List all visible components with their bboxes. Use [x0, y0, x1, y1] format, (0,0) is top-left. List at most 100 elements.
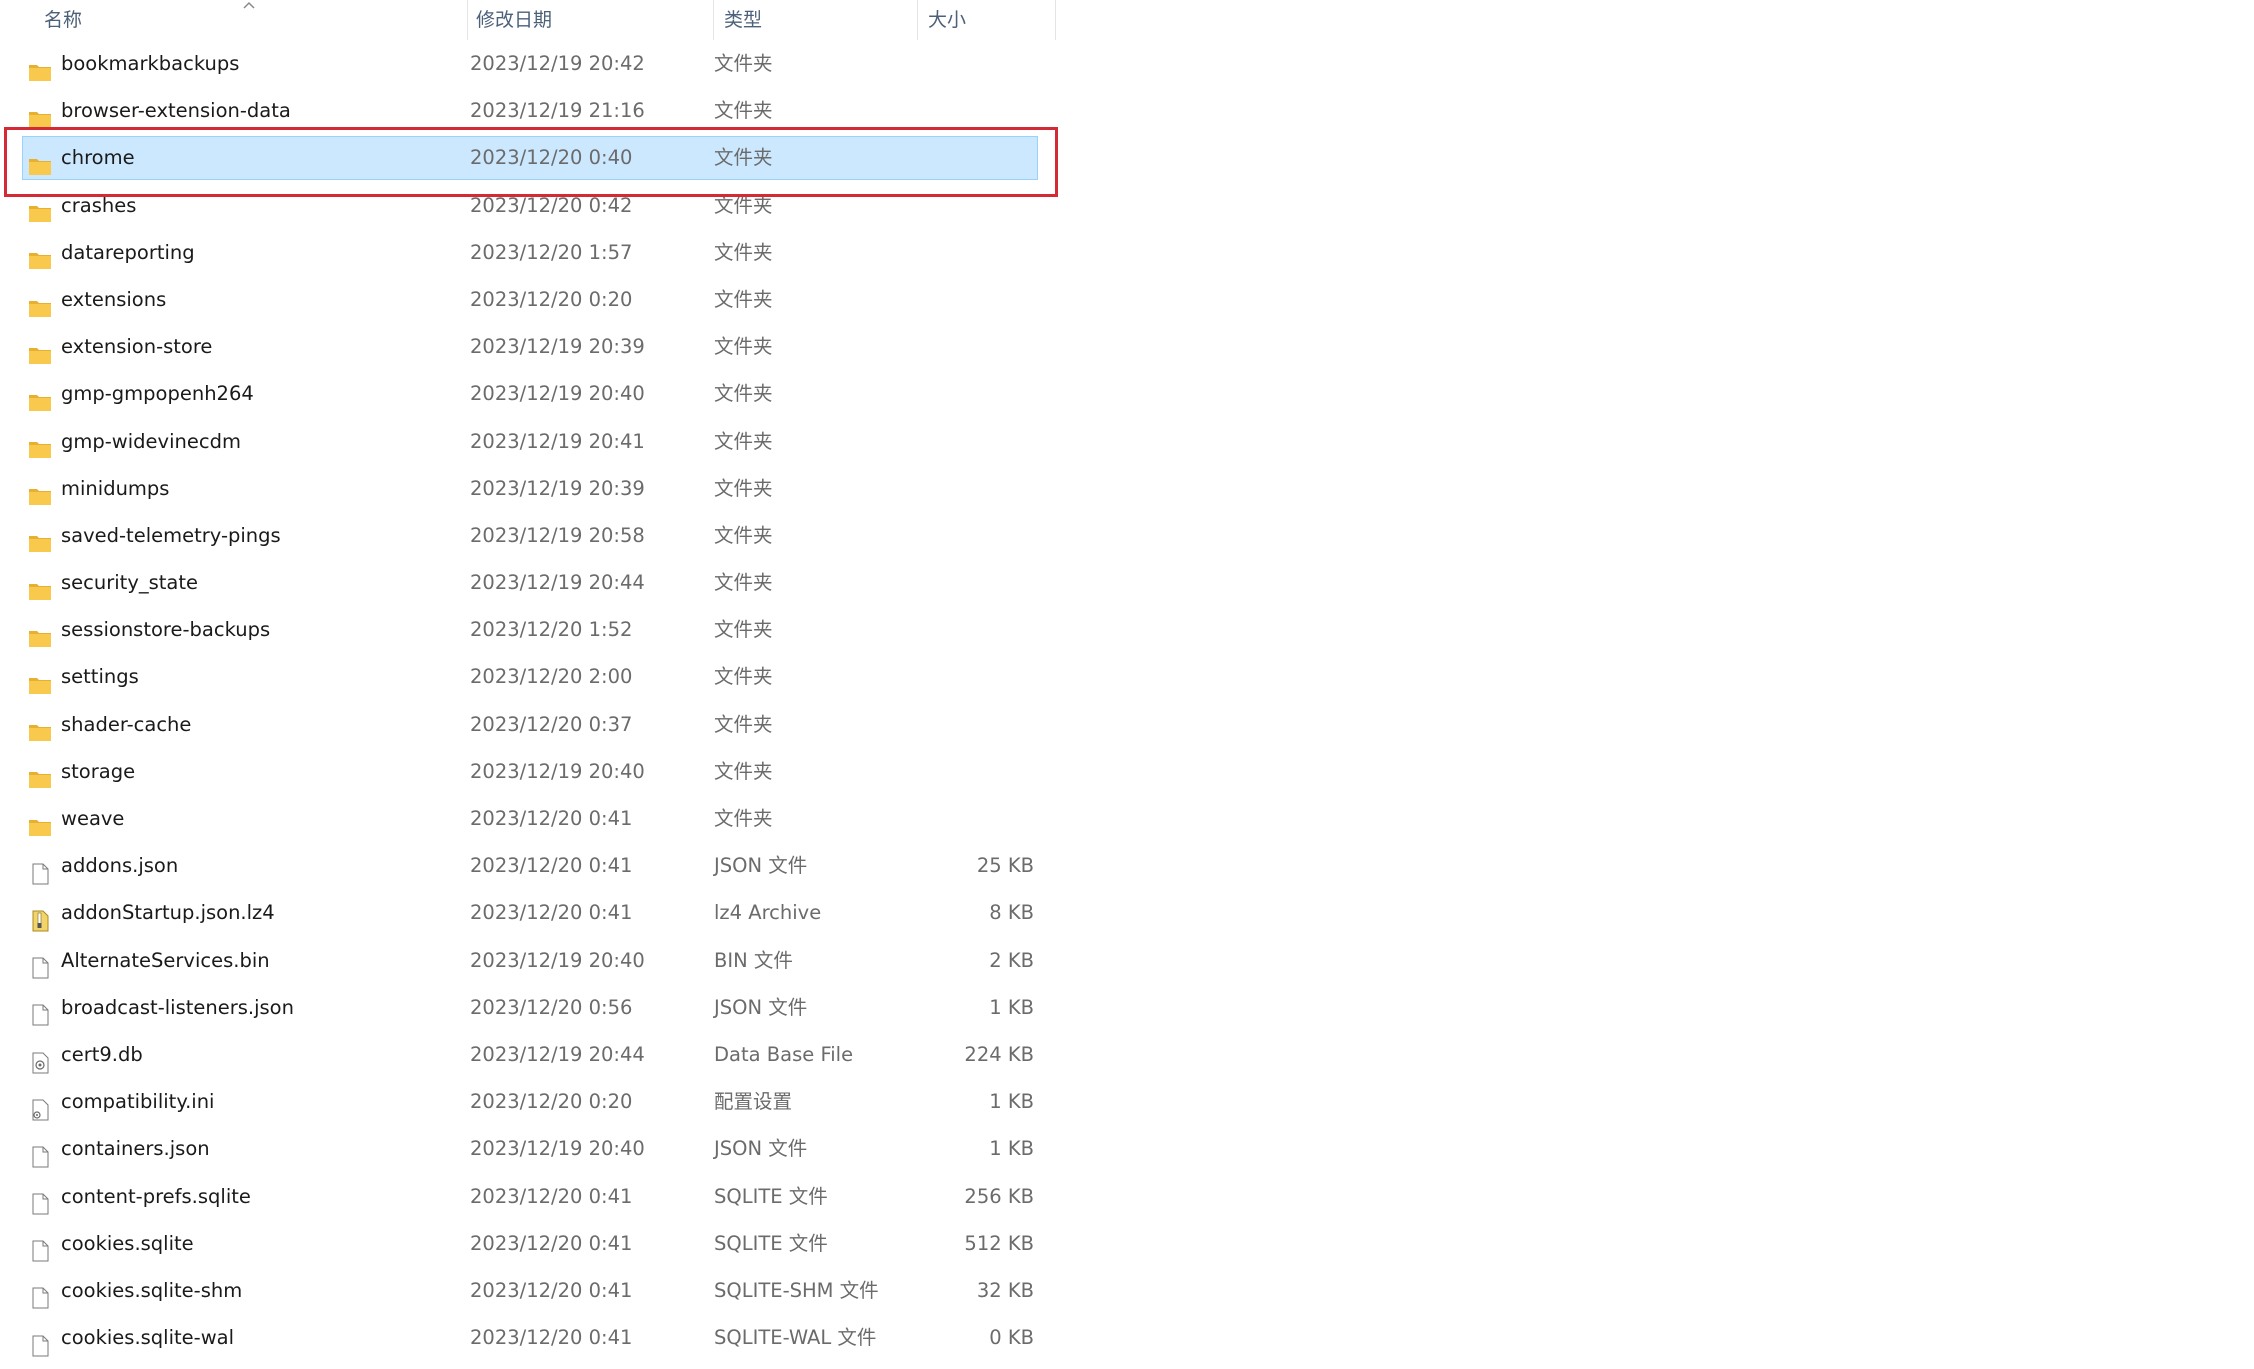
file-icon	[28, 1327, 52, 1357]
folder-icon	[28, 572, 52, 600]
table-row[interactable]: weave 2023/12/20 0:41 文件夹	[0, 795, 1060, 842]
name-cell: browser-extension-data	[28, 87, 291, 134]
file-type: SQLITE 文件	[714, 1184, 828, 1208]
file-name: security_state	[61, 571, 199, 595]
file-size	[900, 182, 1034, 229]
file-name: browser-extension-data	[61, 99, 291, 123]
name-cell: settings	[28, 653, 139, 700]
file-row-selected[interactable]: chrome 2023/12/20 0:40 文件夹	[0, 134, 1060, 181]
table-row[interactable]: cert9.db 2023/12/19 20:44 Data Base File 22…	[0, 1031, 1060, 1078]
column-header-size[interactable]: 大小	[918, 0, 1056, 40]
file-size	[900, 559, 1034, 606]
table-row[interactable]: gmp-widevinecdm 2023/12/19 20:41 文件夹	[0, 418, 1060, 465]
modified-date: 2023/12/19 20:44	[470, 1042, 645, 1066]
file-name: cookies.sqlite-wal	[61, 1326, 235, 1350]
file-name: compatibility.ini	[61, 1090, 215, 1114]
file-icon	[28, 1185, 52, 1215]
file-type: 文件夹	[714, 240, 773, 264]
modified-date: 2023/12/20 2:00	[470, 665, 633, 689]
file-size	[900, 418, 1034, 465]
name-cell: cert9.db	[28, 1031, 143, 1078]
file-size: 0 KB	[989, 1326, 1034, 1350]
table-row[interactable]: cookies.sqlite 2023/12/20 0:41 SQLITE 文件 51…	[0, 1220, 1060, 1267]
modified-date: 2023/12/19 21:16	[470, 99, 645, 123]
file-size	[900, 701, 1034, 748]
folder-icon	[28, 53, 52, 81]
table-row[interactable]: shader-cache 2023/12/20 0:37 文件夹	[0, 701, 1060, 748]
file-size	[900, 134, 1034, 181]
file-type: 文件夹	[714, 665, 773, 689]
table-row[interactable]: content-prefs.sqlite 2023/12/20 0:41 SQLIT…	[0, 1173, 1060, 1220]
name-cell: extensions	[28, 276, 166, 323]
column-header-type[interactable]: 类型	[714, 0, 918, 40]
table-row[interactable]: datareporting 2023/12/20 1:57 文件夹	[0, 229, 1060, 276]
table-row[interactable]: minidumps 2023/12/19 20:39 文件夹	[0, 465, 1060, 512]
table-row[interactable]: broadcast-listeners.json 2023/12/20 0:56 J…	[0, 984, 1060, 1031]
column-header-date-label: 修改日期	[476, 9, 553, 31]
file-icon	[28, 1232, 52, 1262]
folder-icon	[28, 336, 52, 364]
file-name: addons.json	[61, 854, 179, 878]
folder-icon	[28, 619, 52, 647]
file-name: containers.json	[61, 1137, 210, 1161]
file-name: saved-telemetry-pings	[61, 523, 281, 547]
table-row[interactable]: saved-telemetry-pings 2023/12/19 20:58 文件夹	[0, 512, 1060, 559]
table-row[interactable]: compatibility.ini 2023/12/20 0:20 配置设置 1 KB	[0, 1078, 1060, 1125]
table-row[interactable]: containers.json 2023/12/19 20:40 JSON 文件 1 …	[0, 1125, 1060, 1172]
table-row[interactable]: browser-extension-data 2023/12/19 21:16 文件…	[0, 87, 1060, 134]
table-row[interactable]: addons.json 2023/12/20 0:41 JSON 文件 25 KB	[0, 842, 1060, 889]
file-size: 512 KB	[964, 1231, 1034, 1255]
modified-date: 2023/12/20 0:56	[470, 995, 633, 1019]
file-size: 1 KB	[989, 995, 1034, 1019]
file-name: shader-cache	[61, 712, 192, 736]
modified-date: 2023/12/20 0:37	[470, 712, 633, 736]
file-type: SQLITE 文件	[714, 1231, 828, 1255]
table-row[interactable]: gmp-gmpopenh264 2023/12/19 20:40 文件夹	[0, 370, 1060, 417]
file-name: extension-store	[61, 335, 213, 359]
name-cell: saved-telemetry-pings	[28, 512, 281, 559]
modified-date: 2023/12/19 20:44	[470, 571, 645, 595]
table-row[interactable]: settings 2023/12/20 2:00 文件夹	[0, 653, 1060, 700]
name-cell: gmp-widevinecdm	[28, 418, 241, 465]
column-header-date[interactable]: 修改日期	[466, 0, 714, 40]
name-cell: addonStartup.json.lz4	[28, 889, 275, 936]
folder-icon	[28, 383, 52, 411]
file-name: AlternateServices.bin	[61, 948, 270, 972]
table-row[interactable]: cookies.sqlite-wal 2023/12/20 0:41 SQLITE-…	[0, 1314, 1060, 1361]
file-icon	[28, 996, 52, 1026]
file-name: broadcast-listeners.json	[61, 995, 294, 1019]
column-header-size-label: 大小	[928, 9, 967, 31]
modified-date: 2023/12/20 0:20	[470, 287, 633, 311]
file-size	[900, 87, 1034, 134]
file-type: SQLITE-WAL 文件	[714, 1326, 877, 1350]
table-row[interactable]: AlternateServices.bin 2023/12/19 20:40 BIN…	[0, 937, 1060, 984]
file-name: settings	[61, 665, 139, 689]
table-row[interactable]: crashes 2023/12/20 0:42 文件夹	[0, 182, 1060, 229]
table-row[interactable]: sessionstore-backups 2023/12/20 1:52 文件夹	[0, 606, 1060, 653]
table-row[interactable]: extension-store 2023/12/19 20:39 文件夹	[0, 323, 1060, 370]
modified-date: 2023/12/20 0:40	[470, 146, 633, 170]
modified-date: 2023/12/20 0:41	[470, 1326, 633, 1350]
table-row[interactable]: cookies.sqlite-shm 2023/12/20 0:41 SQLITE-…	[0, 1267, 1060, 1314]
file-name: gmp-widevinecdm	[61, 429, 241, 453]
name-cell: containers.json	[28, 1125, 210, 1172]
file-type: 文件夹	[714, 571, 773, 595]
folder-icon	[28, 241, 52, 270]
file-type: JSON 文件	[714, 995, 808, 1019]
file-size	[900, 748, 1034, 795]
folder-icon	[28, 713, 52, 742]
file-name: cookies.sqlite	[61, 1231, 194, 1255]
file-name: extensions	[61, 287, 167, 311]
table-row[interactable]: security_state 2023/12/19 20:44 文件夹	[0, 559, 1060, 606]
file-name: chrome	[61, 146, 135, 170]
modified-date: 2023/12/20 0:41	[470, 854, 633, 878]
table-row[interactable]: storage 2023/12/19 20:40 文件夹	[0, 748, 1060, 795]
table-row[interactable]: extensions 2023/12/20 0:20 文件夹	[0, 276, 1060, 323]
file-size: 1 KB	[989, 1137, 1034, 1161]
table-row[interactable]: addonStartup.json.lz4 2023/12/20 0:41 lz4 …	[0, 889, 1060, 936]
file-type: 文件夹	[714, 476, 773, 500]
folder-icon	[28, 760, 52, 789]
modified-date: 2023/12/20 0:41	[470, 807, 633, 830]
modified-date: 2023/12/19 20:39	[470, 335, 645, 359]
table-row[interactable]: bookmarkbackups 2023/12/19 20:42 文件夹	[0, 40, 1060, 87]
